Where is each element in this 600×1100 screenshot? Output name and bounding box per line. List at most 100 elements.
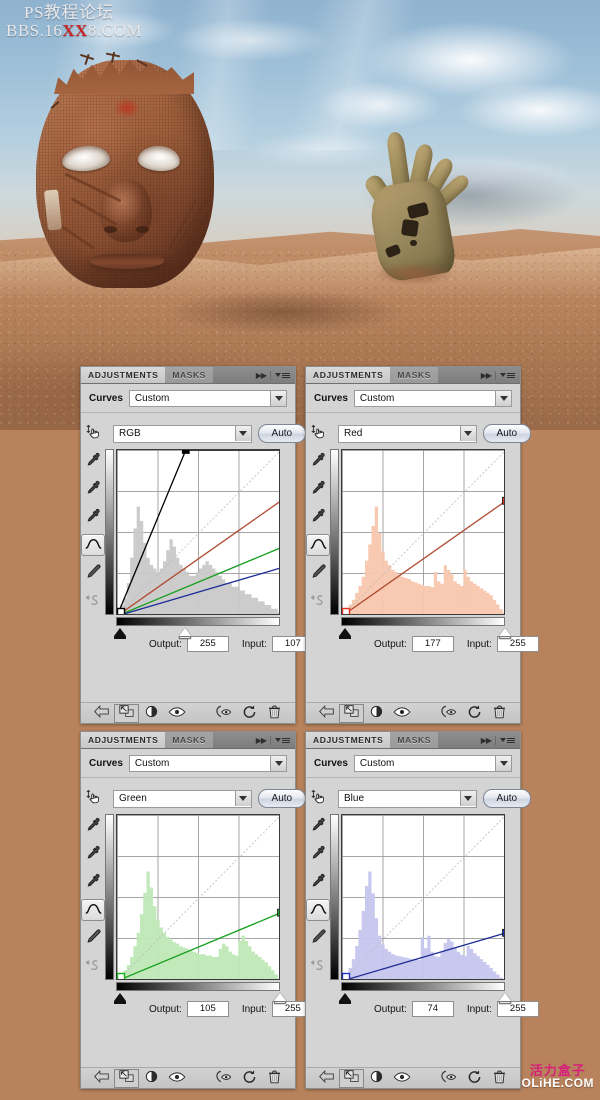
gray-point-eyedropper-button[interactable] [306, 843, 330, 865]
chevron-down-icon[interactable] [270, 391, 286, 406]
curves-panel-green[interactable]: ADJUSTMENTS MASKS ▶▶ Curves Custom Green… [80, 731, 314, 1089]
delete-adjustment-layer-button[interactable] [262, 704, 287, 723]
gray-point-eyedropper-button[interactable] [81, 843, 105, 865]
white-point-slider[interactable] [499, 993, 511, 1004]
targeted-adjustment-button[interactable] [81, 787, 105, 809]
panel-menu-icon[interactable] [500, 737, 515, 743]
toggle-layer-visibility-button[interactable] [389, 1069, 414, 1088]
white-point-slider[interactable] [178, 628, 191, 639]
chevron-down-icon[interactable] [459, 790, 476, 806]
auto-button[interactable]: Auto [482, 789, 531, 808]
expand-panel-icon[interactable]: ▶▶ [256, 736, 267, 745]
white-point-slider[interactable] [274, 993, 286, 1004]
expand-panel-icon[interactable]: ▶▶ [481, 736, 492, 745]
toggle-layer-visibility-button[interactable] [164, 1069, 189, 1088]
tab-adjustments[interactable]: ADJUSTMENTS [306, 367, 391, 383]
black-point-slider[interactable] [114, 628, 126, 639]
tab-adjustments[interactable]: ADJUSTMENTS [81, 732, 166, 748]
output-field[interactable]: 255 [186, 636, 229, 652]
tab-masks[interactable]: MASKS [165, 367, 214, 383]
black-point-eyedropper-button[interactable] [81, 815, 105, 837]
targeted-adjustment-button[interactable] [306, 422, 330, 444]
new-adjustment-layer-button[interactable] [364, 704, 389, 723]
reset-adjustment-button[interactable] [237, 1069, 262, 1088]
preset-dropdown[interactable]: Custom [353, 390, 512, 407]
white-point-eyedropper-button[interactable] [306, 871, 330, 893]
pencil-tool-button[interactable] [81, 562, 105, 584]
return-to-adjustment-list-button[interactable] [314, 704, 339, 723]
channel-dropdown[interactable]: RGB [113, 424, 252, 443]
black-point-eyedropper-button[interactable] [306, 815, 330, 837]
chevron-down-icon[interactable] [495, 391, 511, 406]
curve-grid[interactable] [341, 449, 505, 615]
pencil-tool-button[interactable] [81, 927, 105, 949]
preview-previous-state-button[interactable] [212, 1069, 237, 1088]
chevron-down-icon[interactable] [270, 756, 286, 771]
curves-graph[interactable] [105, 814, 286, 1004]
auto-button[interactable]: Auto [257, 789, 306, 808]
targeted-adjustment-button[interactable] [81, 422, 105, 444]
chevron-down-icon[interactable] [459, 425, 476, 441]
reset-adjustment-button[interactable] [462, 1069, 487, 1088]
auto-button[interactable]: Auto [482, 424, 531, 443]
return-to-adjustment-list-button[interactable] [89, 1069, 114, 1088]
new-adjustment-layer-button[interactable] [139, 704, 164, 723]
expand-panel-icon[interactable]: ▶▶ [481, 371, 492, 380]
curves-graph[interactable] [330, 449, 511, 639]
smooth-curve-button[interactable] [306, 955, 330, 977]
black-point-slider[interactable] [114, 993, 126, 1004]
smooth-curve-button[interactable] [81, 590, 105, 612]
gray-point-eyedropper-button[interactable] [81, 478, 105, 500]
new-adjustment-layer-button[interactable] [364, 1069, 389, 1088]
toggle-layer-visibility-button[interactable] [164, 704, 189, 723]
curves-panel-blue[interactable]: ADJUSTMENTS MASKS ▶▶ Curves Custom Blue … [305, 731, 539, 1089]
curve-tool-button[interactable] [306, 534, 330, 556]
smooth-curve-button[interactable] [81, 955, 105, 977]
curves-graph[interactable] [105, 449, 280, 639]
black-point-eyedropper-button[interactable] [306, 450, 330, 472]
curve-grid[interactable] [116, 449, 280, 615]
panel-menu-icon[interactable] [275, 737, 290, 743]
white-point-eyedropper-button[interactable] [81, 506, 105, 528]
clip-to-layer-button[interactable] [339, 1068, 364, 1088]
delete-adjustment-layer-button[interactable] [262, 1069, 287, 1088]
targeted-adjustment-button[interactable] [306, 787, 330, 809]
clip-to-layer-button[interactable] [339, 703, 364, 723]
preset-dropdown[interactable]: Custom [128, 755, 287, 772]
panel-menu-icon[interactable] [275, 372, 290, 378]
curves-panel-rgb[interactable]: ADJUSTMENTS MASKS ▶▶ Curves Custom RGB A… [80, 366, 314, 724]
expand-panel-icon[interactable]: ▶▶ [256, 371, 267, 380]
curves-graph[interactable] [330, 814, 511, 1004]
reset-adjustment-button[interactable] [237, 704, 262, 723]
clip-to-layer-button[interactable] [114, 703, 139, 723]
white-point-eyedropper-button[interactable] [306, 506, 330, 528]
black-point-slider[interactable] [339, 993, 351, 1004]
return-to-adjustment-list-button[interactable] [89, 704, 114, 723]
white-point-slider[interactable] [499, 628, 511, 639]
output-field[interactable]: 74 [411, 1001, 454, 1017]
smooth-curve-button[interactable] [306, 590, 330, 612]
gray-point-eyedropper-button[interactable] [306, 478, 330, 500]
preview-previous-state-button[interactable] [212, 704, 237, 723]
output-field[interactable]: 177 [411, 636, 454, 652]
pencil-tool-button[interactable] [306, 927, 330, 949]
auto-button[interactable]: Auto [257, 424, 306, 443]
curve-tool-button[interactable] [306, 899, 330, 921]
tab-masks[interactable]: MASKS [165, 732, 214, 748]
tab-adjustments[interactable]: ADJUSTMENTS [81, 367, 166, 383]
chevron-down-icon[interactable] [495, 756, 511, 771]
panel-menu-icon[interactable] [500, 372, 515, 378]
curve-tool-button[interactable] [81, 534, 105, 556]
chevron-down-icon[interactable] [234, 425, 251, 441]
toggle-layer-visibility-button[interactable] [389, 704, 414, 723]
channel-dropdown[interactable]: Blue [338, 789, 477, 808]
delete-adjustment-layer-button[interactable] [487, 1069, 512, 1088]
preset-dropdown[interactable]: Custom [128, 390, 287, 407]
tab-masks[interactable]: MASKS [390, 367, 439, 383]
chevron-down-icon[interactable] [234, 790, 251, 806]
preview-previous-state-button[interactable] [437, 704, 462, 723]
return-to-adjustment-list-button[interactable] [314, 1069, 339, 1088]
reset-adjustment-button[interactable] [462, 704, 487, 723]
channel-dropdown[interactable]: Red [338, 424, 477, 443]
new-adjustment-layer-button[interactable] [139, 1069, 164, 1088]
